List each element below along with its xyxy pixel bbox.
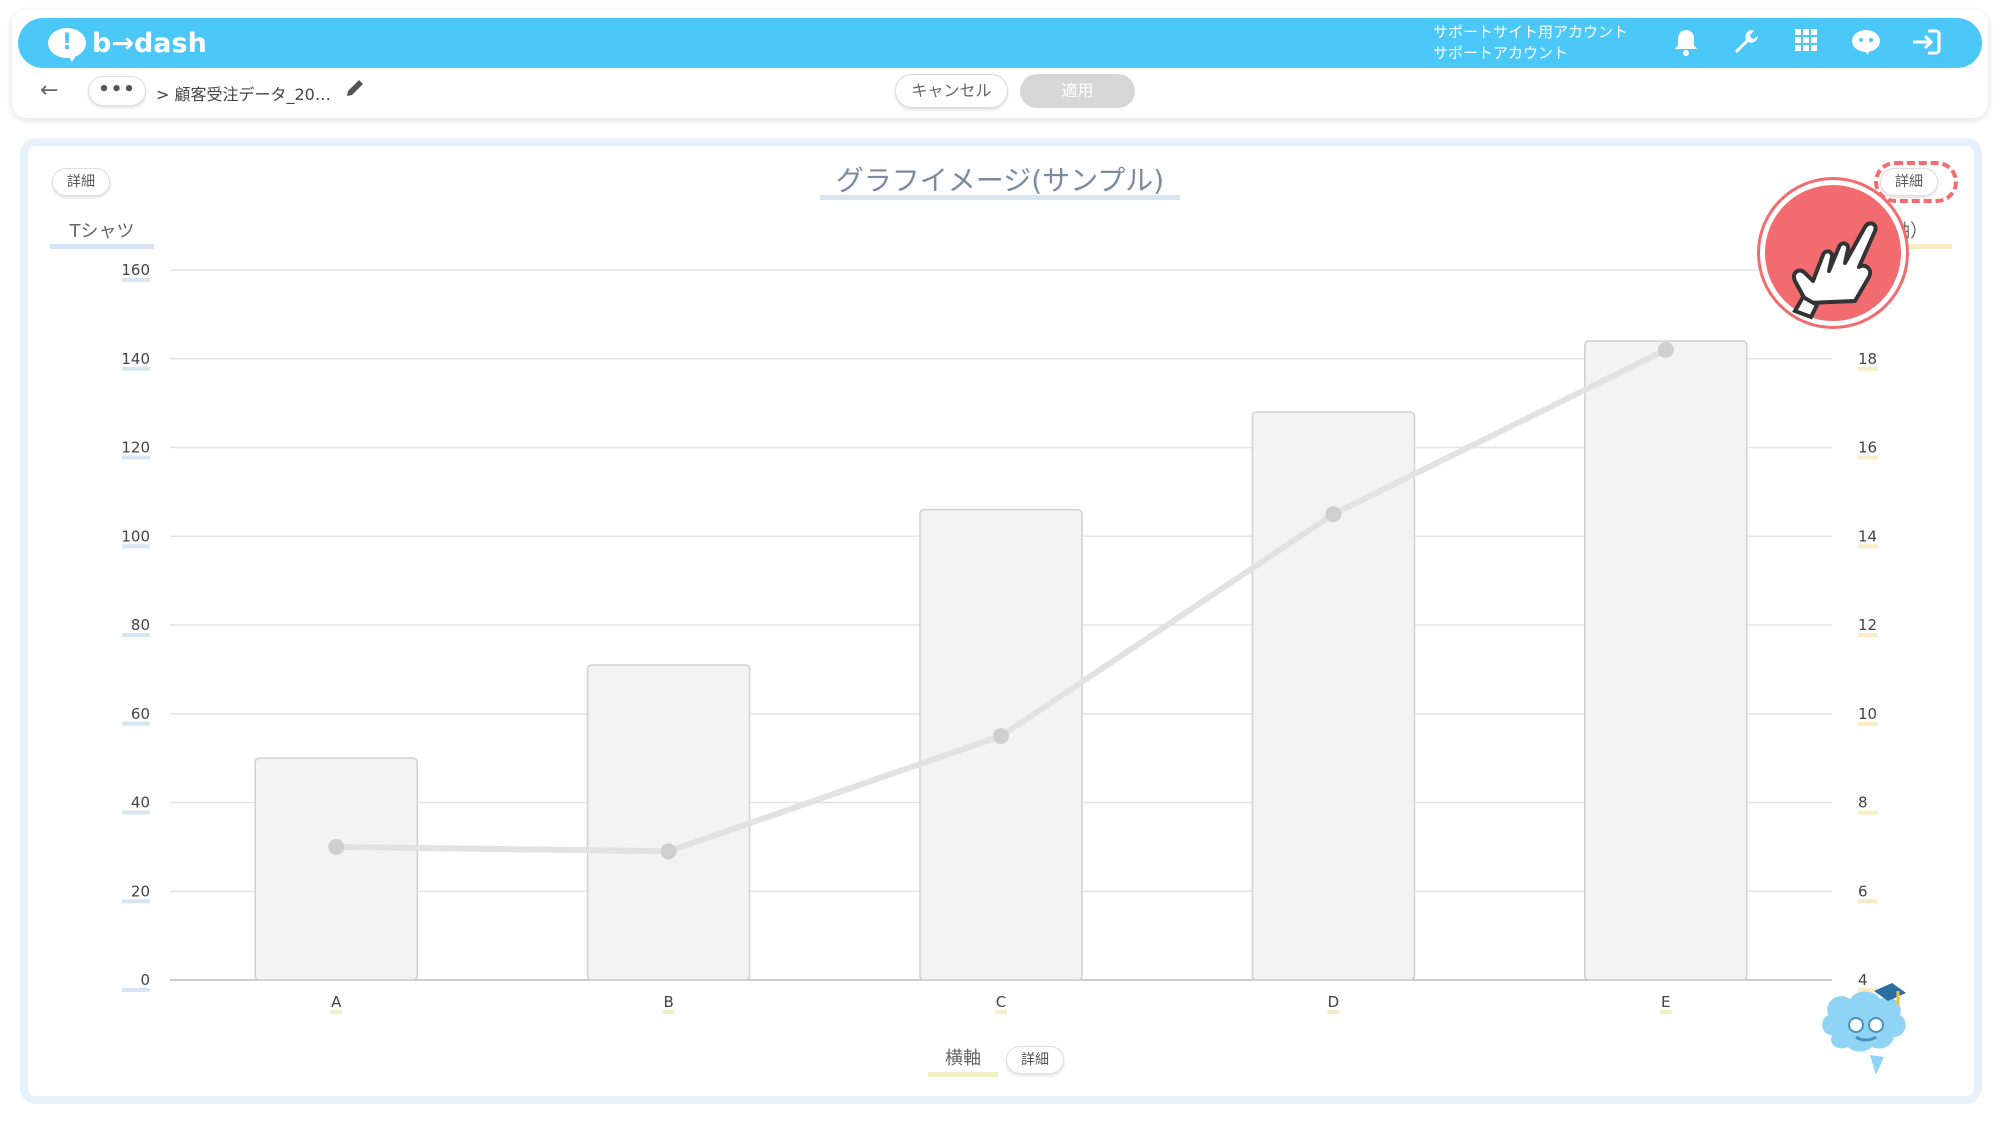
bar-A bbox=[254, 757, 418, 981]
bar-B bbox=[586, 664, 751, 981]
x-tick-label: C bbox=[996, 993, 1006, 1011]
line-point-D bbox=[1325, 506, 1342, 523]
y2-tick-label: 10 bbox=[1858, 705, 1877, 723]
bar-E bbox=[1584, 340, 1748, 981]
y-tick-label: 20 bbox=[131, 882, 150, 900]
y2-tick-label: 18 bbox=[1858, 350, 1877, 368]
y-tick-label: 60 bbox=[131, 705, 150, 723]
line-point-B bbox=[660, 843, 677, 860]
y2-tick-label: 6 bbox=[1858, 882, 1868, 900]
y-tick-label: 100 bbox=[121, 527, 150, 545]
bar-D bbox=[1251, 411, 1416, 981]
y2-tick-label: 14 bbox=[1858, 527, 1877, 545]
mascot-helper-icon[interactable] bbox=[1812, 975, 1922, 1085]
x-tick-label: A bbox=[331, 993, 342, 1011]
y2-tick-label: 16 bbox=[1858, 439, 1877, 457]
y-tick-label: 140 bbox=[121, 350, 150, 368]
y-tick-label: 160 bbox=[121, 261, 150, 279]
x-tick-label: E bbox=[1661, 993, 1670, 1011]
line-point-C bbox=[993, 727, 1009, 744]
y-tick-label: 40 bbox=[131, 794, 150, 812]
pointing-hand-icon bbox=[1760, 180, 1906, 326]
combo-chart: 0204060801001201401604681012141618A B C D E bbox=[121, 261, 1878, 1014]
line-point-A bbox=[328, 838, 345, 855]
x-tick-label: D bbox=[1328, 993, 1340, 1011]
y-tick-label: 0 bbox=[140, 971, 150, 989]
x-tick-label: B bbox=[663, 993, 673, 1011]
y2-tick-label: 12 bbox=[1858, 616, 1877, 634]
y2-tick-label: 8 bbox=[1858, 794, 1868, 812]
line-point-E bbox=[1657, 341, 1674, 358]
y-tick-label: 80 bbox=[131, 616, 150, 634]
bar-C bbox=[919, 508, 1083, 981]
y-tick-label: 120 bbox=[121, 439, 150, 457]
